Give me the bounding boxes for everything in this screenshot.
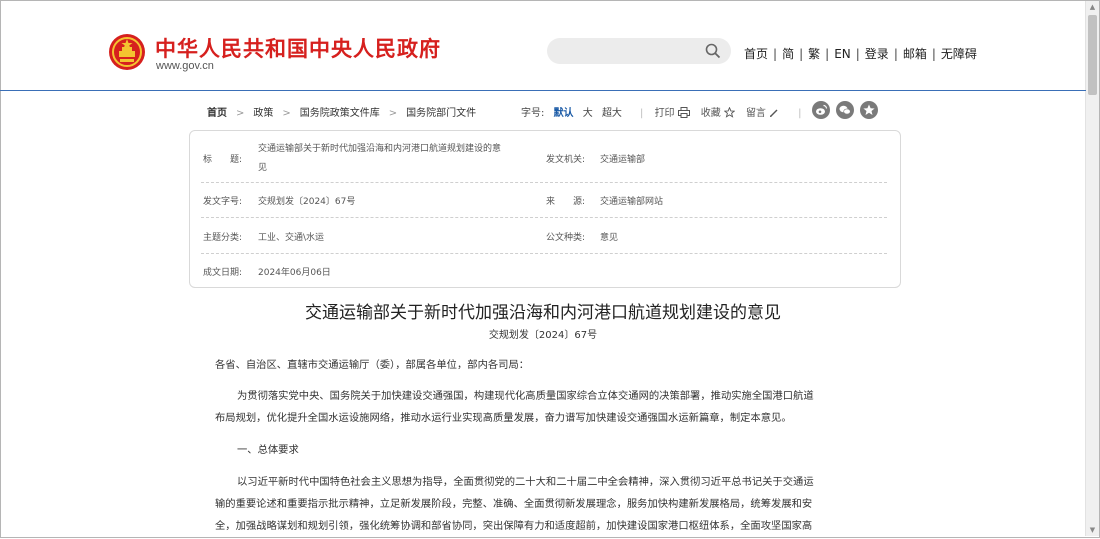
info-docno-value: 交规划发〔2024〕67号 [258, 197, 356, 207]
national-emblem-icon[interactable] [108, 33, 146, 71]
article-para1-line2: 布局规划，优化提升全国水运设施网络，推动水运行业实现高质量发展，奋力谱写加快建设… [215, 412, 792, 424]
scroll-thumb[interactable] [1088, 15, 1097, 95]
wechat-icon[interactable] [836, 101, 854, 119]
weibo-icon[interactable] [812, 101, 830, 119]
favorite-label: 收藏 [700, 108, 721, 119]
chevron-right-icon: > [388, 108, 398, 119]
info-title-label: 标 题: [203, 155, 243, 165]
font-size-selector: 字号: 默认 大 超大 [521, 104, 622, 119]
article-title: 交通运输部关于新时代加强沿海和内河港口航道规划建设的意见 [305, 303, 781, 323]
scroll-up-arrow-icon[interactable]: ▲ [1086, 1, 1099, 13]
info-row-title [201, 131, 887, 183]
nav-traditional[interactable]: 繁 [808, 47, 820, 61]
comment-button[interactable]: 留言 [746, 108, 779, 119]
info-topic-label: 主题分类: [203, 233, 243, 243]
top-nav: 首页 | 简 | 繁 | EN | 登录 | 邮箱 | 无障碍 [744, 47, 977, 61]
printer-icon [677, 107, 690, 118]
nav-home[interactable]: 首页 [744, 47, 768, 61]
info-topic-value: 工业、交通\水运 [258, 233, 325, 243]
comment-label: 留言 [745, 108, 766, 119]
article-section-heading: 一、总体要求 [237, 444, 299, 456]
info-source-value: 交通运输部网站 [600, 197, 664, 207]
nav-english[interactable]: EN [834, 47, 851, 61]
qzone-icon[interactable] [860, 101, 878, 119]
chevron-right-icon: > [282, 108, 291, 119]
info-issuer-label: 发文机关: [546, 155, 586, 165]
scroll-down-arrow-icon[interactable]: ▼ [1086, 524, 1099, 536]
info-issuer-value: 交通运输部 [600, 155, 646, 165]
site-url[interactable]: www.gov.cn [156, 60, 214, 72]
font-size-default[interactable]: 默认 [554, 108, 574, 119]
font-size-label: 字号: [521, 108, 545, 119]
info-title-value-line2: 见 [258, 163, 268, 173]
breadcrumb-policy-library[interactable]: 国务院政策文件库 [300, 108, 380, 119]
breadcrumb-home[interactable]: 首页 [207, 108, 227, 119]
vertical-scrollbar[interactable]: ▲ ▼ [1085, 1, 1099, 536]
pencil-icon [769, 109, 778, 117]
info-docno-label: 发文字号: [203, 197, 243, 207]
breadcrumb-dept-docs[interactable]: 国务院部门文件 [406, 108, 476, 119]
article-tools: | 打印 收藏 留言 | [632, 104, 810, 119]
divider: | [640, 108, 644, 119]
nav-simplified[interactable]: 简 [782, 47, 794, 61]
print-button[interactable]: 打印 [654, 107, 690, 119]
document-info-table: 标 题: 交通运输部关于新时代加强沿海和内河港口航道规划建设的意 见 发文机关:… [189, 130, 901, 288]
search-icon[interactable] [705, 43, 721, 59]
favorite-button[interactable]: 收藏 [700, 106, 736, 119]
font-size-large[interactable]: 大 [583, 108, 593, 119]
nav-mail[interactable]: 邮箱 [903, 47, 927, 61]
print-label: 打印 [654, 108, 675, 119]
info-type-label: 公文种类: [546, 233, 586, 243]
info-type-value: 意见 [600, 233, 619, 243]
site-header: 中华人民共和国中央人民政府 www.gov.cn 首页 | 简 | 繁 | EN | 登录 | 邮箱… [0, 0, 1086, 91]
article-para2-line3: 全，加强战略谋划和规划引领，强化统筹协调和部省协同，突出保障有力和适度超前，加快… [215, 520, 813, 532]
site-title[interactable]: 中华人民共和国中央人民政府 [155, 33, 441, 63]
breadcrumb: 首页 > 政策 > 国务院政策文件库 > 国务院部门文件 [207, 104, 476, 119]
nav-accessibility[interactable]: 无障碍 [941, 47, 977, 61]
info-title-value-line1: 交通运输部关于新时代加强沿海和内河港口航道规划建设的意 [258, 144, 502, 154]
info-date-value: 2024年06月06日 [258, 268, 331, 278]
article-doc-number: 交规划发〔2024〕67号 [488, 330, 598, 341]
star-icon [723, 106, 736, 118]
chevron-right-icon: > [236, 108, 245, 119]
divider: | [798, 108, 802, 119]
info-date-label: 成文日期: [203, 268, 243, 278]
article-salutation: 各省、自治区、直辖市交通运输厅（委），部属各单位，部内各司局： [215, 359, 530, 371]
font-size-xlarge[interactable]: 超大 [602, 108, 622, 119]
search-input[interactable] [547, 38, 731, 64]
breadcrumb-policy[interactable]: 政策 [253, 108, 273, 119]
info-source-label: 来 源: [546, 197, 586, 207]
share-buttons [812, 101, 884, 123]
nav-login[interactable]: 登录 [865, 47, 889, 61]
